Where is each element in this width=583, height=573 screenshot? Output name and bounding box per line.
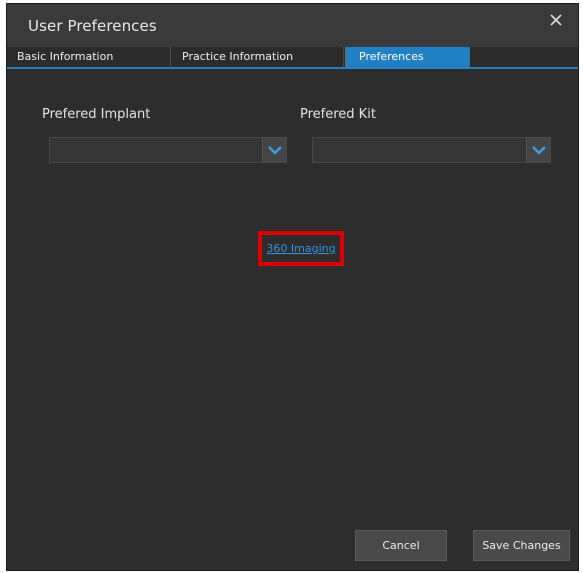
user-preferences-dialog: User Preferences Basic Information Pract… [6, 3, 579, 571]
tab-practice-information[interactable]: Practice Information [171, 47, 344, 67]
360-imaging-link[interactable]: 360 Imaging [266, 242, 335, 255]
tab-basic-information[interactable]: Basic Information [7, 47, 171, 67]
highlight-box: 360 Imaging [258, 231, 344, 266]
save-changes-button[interactable]: Save Changes [473, 530, 570, 561]
close-icon[interactable] [548, 12, 564, 28]
prefered-implant-dropdown[interactable] [49, 137, 287, 163]
title-bar: User Preferences [7, 4, 578, 47]
tab-preferences[interactable]: Preferences [345, 47, 470, 67]
prefered-implant-label: Prefered Implant [42, 107, 151, 122]
tab-bar: Basic Information Practice Information P… [7, 47, 578, 69]
chevron-down-icon [532, 146, 546, 155]
chevron-down-icon [268, 146, 282, 155]
window-title: User Preferences [28, 17, 157, 35]
cancel-button[interactable]: Cancel [355, 530, 447, 561]
prefered-kit-dropdown-toggle[interactable] [526, 138, 550, 162]
prefered-implant-dropdown-toggle[interactable] [262, 138, 286, 162]
prefered-kit-label: Prefered Kit [300, 107, 376, 122]
prefered-kit-dropdown[interactable] [312, 137, 551, 163]
